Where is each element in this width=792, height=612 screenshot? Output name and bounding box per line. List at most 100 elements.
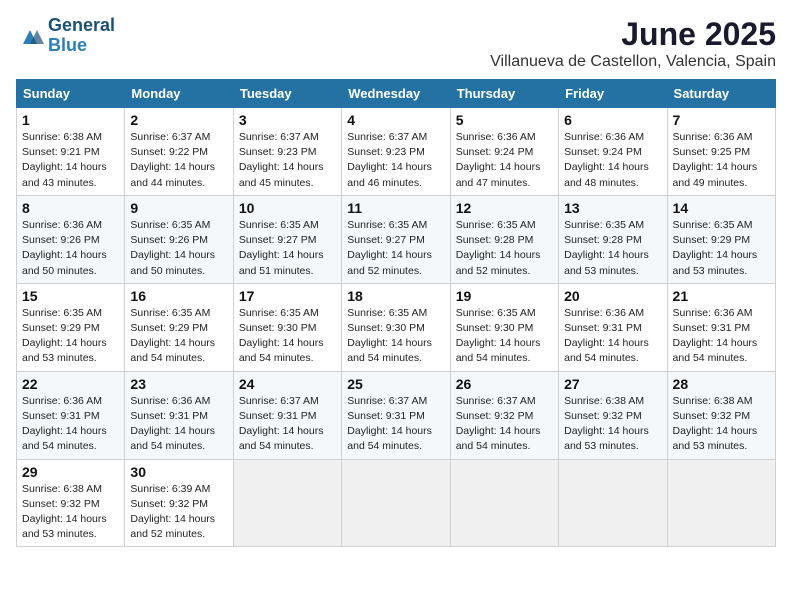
calendar-week-1: 1 Sunrise: 6:38 AMSunset: 9:21 PMDayligh… [17,108,776,196]
day-detail: Sunrise: 6:37 AMSunset: 9:23 PMDaylight:… [347,131,432,189]
day-detail: Sunrise: 6:37 AMSunset: 9:31 PMDaylight:… [239,395,324,453]
day-detail: Sunrise: 6:35 AMSunset: 9:29 PMDaylight:… [130,307,215,365]
table-row: 14 Sunrise: 6:35 AMSunset: 9:29 PMDaylig… [667,195,775,283]
table-row: 7 Sunrise: 6:36 AMSunset: 9:25 PMDayligh… [667,108,775,196]
day-detail: Sunrise: 6:37 AMSunset: 9:22 PMDaylight:… [130,131,215,189]
day-detail: Sunrise: 6:38 AMSunset: 9:32 PMDaylight:… [564,395,649,453]
calendar-subtitle: Villanueva de Castellon, Valencia, Spain [490,53,776,71]
table-row: 27 Sunrise: 6:38 AMSunset: 9:32 PMDaylig… [559,371,667,459]
logo: General Blue [16,16,115,56]
logo-line1: General [48,16,115,36]
day-detail: Sunrise: 6:38 AMSunset: 9:32 PMDaylight:… [22,483,107,541]
day-number: 20 [564,288,661,304]
table-row: 30 Sunrise: 6:39 AMSunset: 9:32 PMDaylig… [125,459,233,547]
day-detail: Sunrise: 6:35 AMSunset: 9:28 PMDaylight:… [456,219,541,277]
day-detail: Sunrise: 6:35 AMSunset: 9:29 PMDaylight:… [673,219,758,277]
day-detail: Sunrise: 6:37 AMSunset: 9:23 PMDaylight:… [239,131,324,189]
table-row: 9 Sunrise: 6:35 AMSunset: 9:26 PMDayligh… [125,195,233,283]
day-number: 11 [347,200,444,216]
day-number: 27 [564,376,661,392]
header-friday: Friday [559,80,667,108]
header-row: Sunday Monday Tuesday Wednesday Thursday… [17,80,776,108]
day-number: 28 [673,376,770,392]
logo-icon [16,23,44,51]
table-row: 1 Sunrise: 6:38 AMSunset: 9:21 PMDayligh… [17,108,125,196]
calendar-title: June 2025 [490,16,776,53]
day-number: 14 [673,200,770,216]
table-row: 17 Sunrise: 6:35 AMSunset: 9:30 PMDaylig… [233,283,341,371]
day-number: 8 [22,200,119,216]
table-row: 18 Sunrise: 6:35 AMSunset: 9:30 PMDaylig… [342,283,450,371]
day-number: 6 [564,112,661,128]
day-number: 9 [130,200,227,216]
table-row: 23 Sunrise: 6:36 AMSunset: 9:31 PMDaylig… [125,371,233,459]
table-row [342,459,450,547]
day-detail: Sunrise: 6:35 AMSunset: 9:29 PMDaylight:… [22,307,107,365]
table-row [559,459,667,547]
day-number: 13 [564,200,661,216]
table-row: 4 Sunrise: 6:37 AMSunset: 9:23 PMDayligh… [342,108,450,196]
day-detail: Sunrise: 6:35 AMSunset: 9:27 PMDaylight:… [347,219,432,277]
table-row: 16 Sunrise: 6:35 AMSunset: 9:29 PMDaylig… [125,283,233,371]
table-row: 28 Sunrise: 6:38 AMSunset: 9:32 PMDaylig… [667,371,775,459]
table-row [450,459,558,547]
day-detail: Sunrise: 6:39 AMSunset: 9:32 PMDaylight:… [130,483,215,541]
day-detail: Sunrise: 6:37 AMSunset: 9:32 PMDaylight:… [456,395,541,453]
header-tuesday: Tuesday [233,80,341,108]
logo-text: General Blue [48,16,115,56]
day-number: 30 [130,464,227,480]
table-row: 3 Sunrise: 6:37 AMSunset: 9:23 PMDayligh… [233,108,341,196]
day-detail: Sunrise: 6:36 AMSunset: 9:31 PMDaylight:… [130,395,215,453]
day-number: 17 [239,288,336,304]
logo-line2: Blue [48,36,115,56]
day-detail: Sunrise: 6:35 AMSunset: 9:30 PMDaylight:… [347,307,432,365]
day-number: 22 [22,376,119,392]
table-row: 6 Sunrise: 6:36 AMSunset: 9:24 PMDayligh… [559,108,667,196]
day-number: 23 [130,376,227,392]
table-row [667,459,775,547]
table-row: 29 Sunrise: 6:38 AMSunset: 9:32 PMDaylig… [17,459,125,547]
table-row: 11 Sunrise: 6:35 AMSunset: 9:27 PMDaylig… [342,195,450,283]
day-detail: Sunrise: 6:37 AMSunset: 9:31 PMDaylight:… [347,395,432,453]
day-number: 3 [239,112,336,128]
day-number: 25 [347,376,444,392]
table-row: 5 Sunrise: 6:36 AMSunset: 9:24 PMDayligh… [450,108,558,196]
table-row: 26 Sunrise: 6:37 AMSunset: 9:32 PMDaylig… [450,371,558,459]
day-detail: Sunrise: 6:36 AMSunset: 9:31 PMDaylight:… [564,307,649,365]
day-number: 24 [239,376,336,392]
day-detail: Sunrise: 6:38 AMSunset: 9:21 PMDaylight:… [22,131,107,189]
calendar-week-5: 29 Sunrise: 6:38 AMSunset: 9:32 PMDaylig… [17,459,776,547]
day-detail: Sunrise: 6:35 AMSunset: 9:30 PMDaylight:… [239,307,324,365]
day-number: 16 [130,288,227,304]
day-number: 5 [456,112,553,128]
day-number: 29 [22,464,119,480]
table-row: 10 Sunrise: 6:35 AMSunset: 9:27 PMDaylig… [233,195,341,283]
table-row: 24 Sunrise: 6:37 AMSunset: 9:31 PMDaylig… [233,371,341,459]
day-number: 1 [22,112,119,128]
title-block: June 2025 Villanueva de Castellon, Valen… [490,16,776,71]
header-sunday: Sunday [17,80,125,108]
day-detail: Sunrise: 6:36 AMSunset: 9:24 PMDaylight:… [564,131,649,189]
day-number: 15 [22,288,119,304]
day-detail: Sunrise: 6:38 AMSunset: 9:32 PMDaylight:… [673,395,758,453]
table-row [233,459,341,547]
page-header: General Blue June 2025 Villanueva de Cas… [16,16,776,71]
table-row: 20 Sunrise: 6:36 AMSunset: 9:31 PMDaylig… [559,283,667,371]
day-detail: Sunrise: 6:36 AMSunset: 9:24 PMDaylight:… [456,131,541,189]
table-row: 21 Sunrise: 6:36 AMSunset: 9:31 PMDaylig… [667,283,775,371]
day-number: 7 [673,112,770,128]
day-number: 21 [673,288,770,304]
calendar-week-4: 22 Sunrise: 6:36 AMSunset: 9:31 PMDaylig… [17,371,776,459]
day-detail: Sunrise: 6:35 AMSunset: 9:28 PMDaylight:… [564,219,649,277]
calendar-week-2: 8 Sunrise: 6:36 AMSunset: 9:26 PMDayligh… [17,195,776,283]
table-row: 8 Sunrise: 6:36 AMSunset: 9:26 PMDayligh… [17,195,125,283]
table-row: 22 Sunrise: 6:36 AMSunset: 9:31 PMDaylig… [17,371,125,459]
day-detail: Sunrise: 6:36 AMSunset: 9:31 PMDaylight:… [22,395,107,453]
day-number: 12 [456,200,553,216]
table-row: 12 Sunrise: 6:35 AMSunset: 9:28 PMDaylig… [450,195,558,283]
day-number: 18 [347,288,444,304]
table-row: 2 Sunrise: 6:37 AMSunset: 9:22 PMDayligh… [125,108,233,196]
day-detail: Sunrise: 6:35 AMSunset: 9:26 PMDaylight:… [130,219,215,277]
day-detail: Sunrise: 6:36 AMSunset: 9:25 PMDaylight:… [673,131,758,189]
table-row: 13 Sunrise: 6:35 AMSunset: 9:28 PMDaylig… [559,195,667,283]
